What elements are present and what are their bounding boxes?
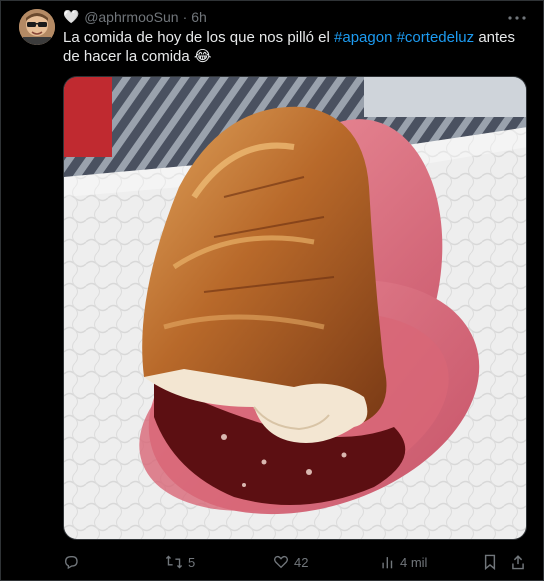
more-options-icon[interactable] [507,9,527,27]
user-handle[interactable]: @aphrmooSun [84,9,178,25]
heart-icon [273,554,289,570]
post-image[interactable] [63,76,527,540]
tweet-card[interactable]: 🤍 @aphrmooSun · 6h La comida de hoy de l… [0,0,544,581]
separator-dot: · [182,9,188,25]
like-button[interactable]: 42 [273,551,308,573]
white-heart-emoji: 🤍 [63,9,80,24]
views-button[interactable]: 4 mil [381,551,427,573]
like-count: 42 [294,554,309,570]
post-time[interactable]: 6h [191,9,207,25]
action-bar: 5 42 4 mil [63,551,527,573]
views-count: 4 mil [400,554,428,570]
post-text-part: La comida de hoy de los que nos pilló el [63,29,335,46]
reply-icon [63,554,79,570]
views-chart-icon [381,554,395,570]
avatar[interactable] [19,9,55,45]
bookmark-icon [483,554,497,570]
laughing-emoji: 😂 [193,48,212,65]
post-header: 🤍 @aphrmooSun · 6h [63,8,207,26]
repost-button[interactable]: 5 [165,551,195,573]
bookmark-button[interactable] [483,551,497,573]
post-text: La comida de hoy de los que nos pilló el… [63,28,523,66]
hashtag-cortedeluz[interactable]: #cortedeluz [397,29,475,46]
repost-icon [165,554,183,570]
share-button[interactable] [511,551,525,573]
share-icon [511,554,525,570]
hashtag-apagon[interactable]: #apagon [334,29,392,46]
reply-button[interactable] [63,551,84,573]
repost-count: 5 [188,554,196,570]
